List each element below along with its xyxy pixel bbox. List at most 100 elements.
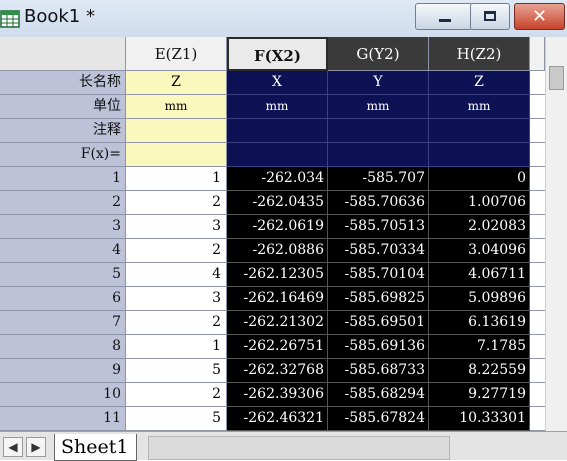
- previous-sheet-button[interactable]: ◀: [3, 437, 23, 457]
- cell-f[interactable]: -262.0619: [227, 215, 328, 239]
- column-header-f[interactable]: F(X2): [227, 37, 328, 71]
- cell-g[interactable]: -585.70513: [328, 215, 429, 239]
- cell-h[interactable]: 0: [429, 167, 530, 191]
- row-label-long-name[interactable]: 长名称: [0, 71, 126, 95]
- cell-e[interactable]: 3: [126, 215, 227, 239]
- cell-h[interactable]: 8.22559: [429, 359, 530, 383]
- cell-f[interactable]: -262.21302: [227, 311, 328, 335]
- next-sheet-button[interactable]: ▶: [26, 437, 46, 457]
- cell-g-comments[interactable]: [328, 119, 429, 143]
- cell-f-formula[interactable]: [227, 143, 328, 167]
- minimize-button[interactable]: [415, 3, 473, 30]
- row-number[interactable]: 8: [0, 335, 126, 359]
- cell-f[interactable]: -262.12305: [227, 263, 328, 287]
- table-row: 4 2 -262.0886 -585.70334 3.04096: [0, 239, 545, 263]
- cell-f-comments[interactable]: [227, 119, 328, 143]
- cell-e-units[interactable]: mm: [126, 95, 227, 119]
- row-number[interactable]: 2: [0, 191, 126, 215]
- row-label-units[interactable]: 单位: [0, 95, 126, 119]
- row-label-comments[interactable]: 注释: [0, 119, 126, 143]
- cell-g-formula[interactable]: [328, 143, 429, 167]
- row-filler: [530, 191, 545, 215]
- cell-f-units[interactable]: mm: [227, 95, 328, 119]
- cell-f[interactable]: -262.16469: [227, 287, 328, 311]
- column-header-g[interactable]: G(Y2): [328, 37, 429, 71]
- cell-e[interactable]: 5: [126, 359, 227, 383]
- row-number[interactable]: 7: [0, 311, 126, 335]
- cell-g[interactable]: -585.70636: [328, 191, 429, 215]
- row-label-formula[interactable]: F(x)=: [0, 143, 126, 167]
- scrollbar-thumb[interactable]: [549, 66, 564, 90]
- cell-e-comments[interactable]: [126, 119, 227, 143]
- row-number[interactable]: 10: [0, 383, 126, 407]
- row-number[interactable]: 1: [0, 167, 126, 191]
- cell-h[interactable]: 9.27719: [429, 383, 530, 407]
- row-filler: [530, 407, 545, 431]
- cell-e-long-name[interactable]: Z: [126, 71, 227, 95]
- cell-g[interactable]: -585.70104: [328, 263, 429, 287]
- cell-g[interactable]: -585.67824: [328, 407, 429, 431]
- cell-h[interactable]: 6.13619: [429, 311, 530, 335]
- cell-g[interactable]: -585.707: [328, 167, 429, 191]
- formula-row: F(x)=: [0, 143, 545, 167]
- table-row: 8 1 -262.26751 -585.69136 7.1785: [0, 335, 545, 359]
- row-number[interactable]: 6: [0, 287, 126, 311]
- table-row: 10 2 -262.39306 -585.68294 9.27719: [0, 383, 545, 407]
- corner-cell[interactable]: [0, 37, 126, 71]
- cell-h[interactable]: 7.1785: [429, 335, 530, 359]
- cell-e[interactable]: 1: [126, 167, 227, 191]
- column-header-h[interactable]: H(Z2): [429, 37, 530, 71]
- cell-f-long-name[interactable]: X: [227, 71, 328, 95]
- cell-h[interactable]: 3.04096: [429, 239, 530, 263]
- cell-f[interactable]: -262.46321: [227, 407, 328, 431]
- row-number[interactable]: 4: [0, 239, 126, 263]
- cell-g[interactable]: -585.69501: [328, 311, 429, 335]
- cell-g[interactable]: -585.70334: [328, 239, 429, 263]
- cell-g[interactable]: -585.69825: [328, 287, 429, 311]
- cell-e[interactable]: 2: [126, 311, 227, 335]
- column-header-e[interactable]: E(Z1): [126, 37, 227, 71]
- cell-e[interactable]: 2: [126, 191, 227, 215]
- cell-e[interactable]: 5: [126, 407, 227, 431]
- cell-g[interactable]: -585.68294: [328, 383, 429, 407]
- cell-e[interactable]: 2: [126, 383, 227, 407]
- cell-f[interactable]: -262.034: [227, 167, 328, 191]
- maximize-button[interactable]: [470, 3, 510, 30]
- cell-e[interactable]: 3: [126, 287, 227, 311]
- close-button[interactable]: ✕: [514, 3, 565, 30]
- table-row: 6 3 -262.16469 -585.69825 5.09896: [0, 287, 545, 311]
- cell-e[interactable]: 1: [126, 335, 227, 359]
- cell-e[interactable]: 2: [126, 239, 227, 263]
- sheet-tab-bar: ◀ ▶ Sheet1: [0, 431, 567, 461]
- cell-f[interactable]: -262.39306: [227, 383, 328, 407]
- cell-g[interactable]: -585.69136: [328, 335, 429, 359]
- cell-h-long-name[interactable]: Z: [429, 71, 530, 95]
- cell-h-comments[interactable]: [429, 119, 530, 143]
- row-number[interactable]: 3: [0, 215, 126, 239]
- horizontal-scrollbar[interactable]: [148, 436, 450, 460]
- cell-f[interactable]: -262.0886: [227, 239, 328, 263]
- cell-h[interactable]: 1.00706: [429, 191, 530, 215]
- cell-h-formula[interactable]: [429, 143, 530, 167]
- tab-sheet1[interactable]: Sheet1: [54, 434, 138, 461]
- cell-h[interactable]: 10.33301: [429, 407, 530, 431]
- cell-f[interactable]: -262.0435: [227, 191, 328, 215]
- cell-h[interactable]: 5.09896: [429, 287, 530, 311]
- cell-h-units[interactable]: mm: [429, 95, 530, 119]
- minimize-icon: [439, 19, 451, 22]
- cell-e[interactable]: 4: [126, 263, 227, 287]
- row-number[interactable]: 9: [0, 359, 126, 383]
- cell-f[interactable]: -262.26751: [227, 335, 328, 359]
- cell-g[interactable]: -585.68733: [328, 359, 429, 383]
- vertical-scrollbar[interactable]: [545, 37, 567, 431]
- cell-g-units[interactable]: mm: [328, 95, 429, 119]
- cell-h[interactable]: 4.06711: [429, 263, 530, 287]
- row-number[interactable]: 5: [0, 263, 126, 287]
- row-filler: [530, 143, 545, 167]
- cell-e-formula[interactable]: [126, 143, 227, 167]
- cell-h[interactable]: 2.02083: [429, 215, 530, 239]
- row-number[interactable]: 11: [0, 407, 126, 431]
- cell-g-long-name[interactable]: Y: [328, 71, 429, 95]
- maximize-icon: [484, 11, 496, 21]
- cell-f[interactable]: -262.32768: [227, 359, 328, 383]
